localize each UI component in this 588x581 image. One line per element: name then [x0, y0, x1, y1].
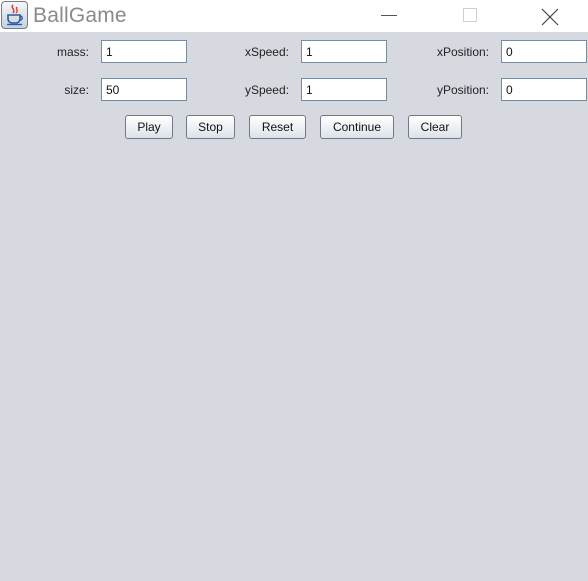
maximize-button[interactable]	[447, 0, 493, 32]
continue-button[interactable]: Continue	[320, 115, 394, 139]
clear-button[interactable]: Clear	[408, 115, 462, 139]
play-button[interactable]: Play	[125, 115, 173, 139]
game-canvas[interactable]	[0, 148, 588, 581]
yspeed-label: ySpeed:	[244, 83, 289, 97]
stop-button[interactable]: Stop	[186, 115, 235, 139]
yposition-input[interactable]	[501, 78, 587, 101]
xspeed-label: xSpeed:	[244, 45, 289, 59]
minimize-icon	[381, 15, 397, 16]
yposition-label: yPosition:	[436, 83, 489, 97]
window-title: BallGame	[33, 4, 127, 27]
size-label: size:	[64, 83, 89, 97]
title-bar[interactable]: BallGame	[0, 0, 588, 32]
size-input[interactable]	[101, 78, 187, 101]
yspeed-input[interactable]	[301, 78, 387, 101]
close-button[interactable]	[527, 0, 573, 32]
xposition-input[interactable]	[501, 40, 587, 63]
java-cup-icon	[1, 1, 28, 29]
xspeed-input[interactable]	[301, 40, 387, 63]
minimize-button[interactable]	[366, 0, 412, 32]
mass-input[interactable]	[101, 40, 187, 63]
reset-button[interactable]: Reset	[249, 115, 306, 139]
xposition-label: xPosition:	[436, 45, 489, 59]
maximize-icon	[463, 8, 477, 22]
mass-label: mass:	[56, 45, 89, 59]
close-icon	[541, 8, 559, 26]
